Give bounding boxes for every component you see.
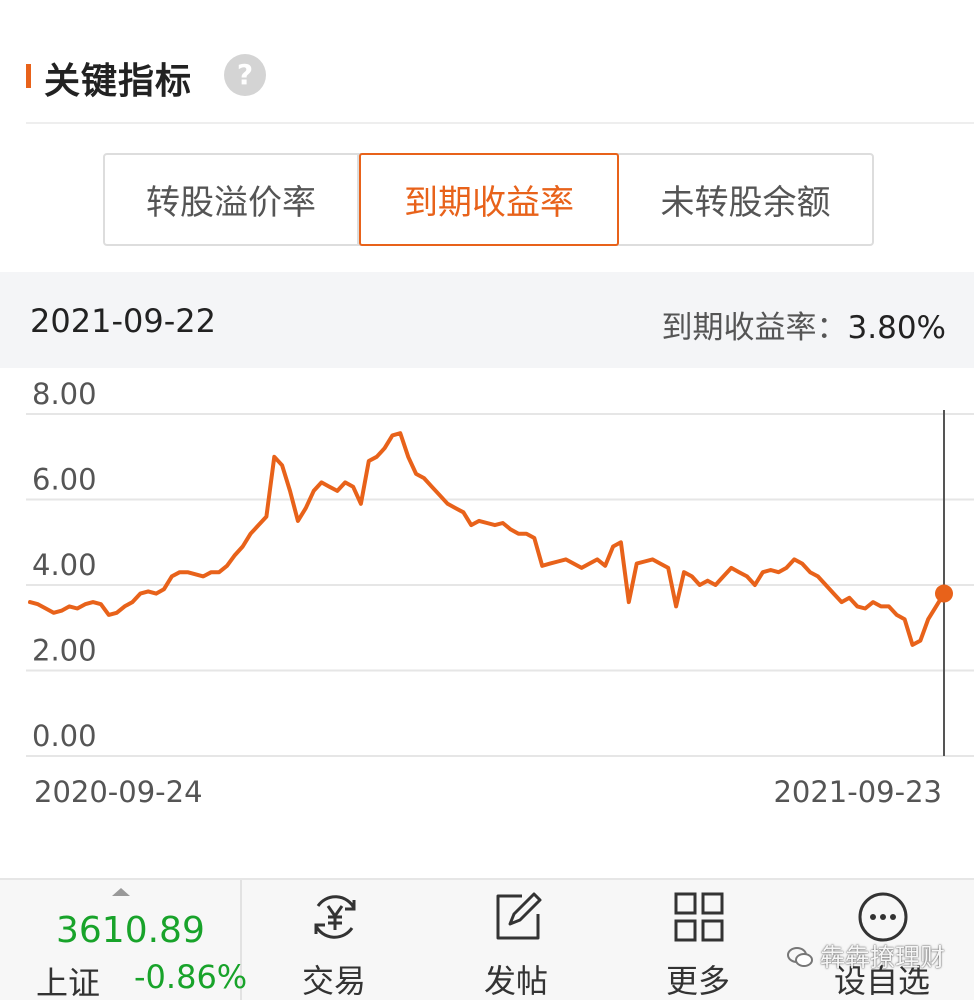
selected-date: 2021-09-22 [30,302,216,340]
y-tick-label: 8.00 [32,377,97,411]
nav-trade[interactable]: 交易 [274,880,394,1000]
yield-chart[interactable]: 8.00 6.00 4.00 2.00 0.00 2020-09-24 2021-09-2… [0,370,974,820]
nav-post-label: 发帖 [483,962,548,1000]
index-value: 3610.89 [56,910,205,951]
section-header: 关键指标 ? [0,0,974,124]
tab-unconverted-balance[interactable]: 未转股余额 [619,155,872,244]
section-title: 关键指标 [44,61,193,102]
watermark: 犇犇撩理财 [786,938,945,974]
nav-post[interactable]: 发帖 [456,880,576,1000]
chart-svg: 8.00 6.00 4.00 2.00 0.00 2020-09-24 2021-09-2… [26,377,974,809]
index-ticker[interactable]: 3610.89 上证 -0.86% [0,880,247,1000]
grid-more-icon [674,892,724,942]
question-circle-icon[interactable]: ? [224,54,266,96]
metric-label: 到期收益率： [661,310,848,346]
more-dots-circle-icon [858,892,908,942]
tab-conversion-premium[interactable]: 转股溢价率 [105,155,359,244]
nav-more-label: 更多 [665,962,730,1000]
y-tick-label: 4.00 [32,548,97,582]
section-accent-bar [26,64,31,88]
section-divider [26,122,974,124]
watermark-text: 犇犇撩理财 [820,943,946,972]
page: 关键指标 ? 转股溢价率 到期收益率 未转股余额 2021-09-22 到期收益… [0,0,974,1000]
tab-yield-to-maturity[interactable]: 到期收益率 [359,153,619,246]
index-change: -0.86% [134,958,248,996]
x-tick-label-start: 2020-09-24 [34,775,203,809]
metric-tabs: 转股溢价率 到期收益率 未转股余额 [103,153,874,246]
nav-trade-label: 交易 [301,962,366,1000]
edit-post-icon [496,892,542,940]
metric-value: 3.80% [847,310,946,346]
wechat-icon [787,947,813,967]
nav-more[interactable]: 更多 [638,880,758,1000]
selected-metric: 到期收益率：3.80% [662,302,946,347]
y-tick-label: 6.00 [32,463,97,497]
index-name: 上证 [36,964,101,1000]
y-tick-label: 0.00 [32,719,97,753]
yuan-exchange-icon [314,895,356,939]
y-tick-label: 2.00 [32,634,97,668]
series-line [28,431,946,647]
caret-up-icon [112,888,130,896]
x-tick-label-end: 2021-09-23 [773,775,942,809]
info-bar: 2021-09-22 到期收益率：3.80% [0,272,974,368]
highlight-point [935,584,953,603]
